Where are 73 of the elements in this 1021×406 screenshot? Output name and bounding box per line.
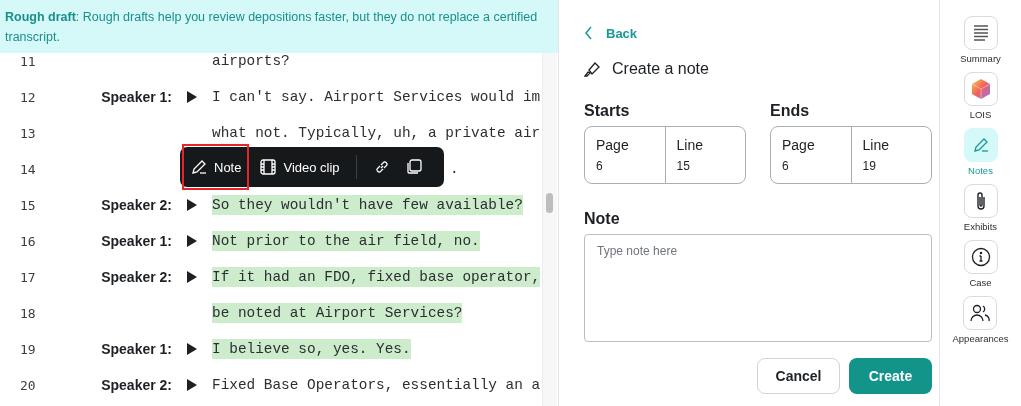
create-button[interactable]: Create: [849, 358, 932, 394]
play-icon[interactable]: [187, 343, 197, 355]
range-fields[interactable]: Page 6 Line 19: [770, 126, 932, 184]
line-number: 18: [19, 305, 37, 321]
sidebar-label: Summary: [960, 53, 1001, 64]
line-value: 15: [676, 159, 691, 173]
page-value: 6: [782, 159, 790, 173]
people-icon: [970, 304, 991, 322]
transcript-text: I believe so, yes. Yes.: [212, 339, 411, 359]
sidebar-tab[interactable]: [963, 296, 998, 330]
sidebar-tab[interactable]: [963, 184, 998, 218]
video-clip-button[interactable]: Video clip: [251, 144, 348, 190]
scrollbar[interactable]: [542, 53, 557, 406]
play-icon[interactable]: [187, 379, 197, 391]
sidebar-label: Appearances: [952, 333, 1009, 344]
line-label: Line: [862, 137, 890, 153]
line-number: 19: [19, 341, 37, 357]
page-value: 6: [596, 159, 604, 173]
cube-icon: [969, 78, 992, 100]
play-icon[interactable]: [187, 235, 197, 247]
line-number: 12: [19, 89, 37, 105]
range-label: Starts: [584, 102, 631, 120]
cancel-button[interactable]: Cancel: [757, 358, 840, 394]
line-number: 16: [19, 233, 37, 249]
transcript-text: I can't say. Airport Services would im: [212, 88, 541, 107]
film-icon: [259, 158, 278, 176]
highlighter-icon: [584, 60, 602, 78]
range-label: Ends: [770, 102, 811, 120]
note-button[interactable]: Note: [182, 144, 250, 190]
play-icon[interactable]: [187, 271, 197, 283]
sidebar-label: Exhibits: [963, 221, 998, 232]
line-number: 15: [19, 197, 37, 213]
range-fields[interactable]: Page 6 Line 15: [584, 126, 746, 184]
line-number: 20: [19, 377, 37, 393]
speaker-label: Speaker 2:: [101, 197, 172, 213]
transcript-text: what not. Typically, uh, a private air: [212, 124, 541, 143]
transcript-text: airports?: [212, 52, 290, 71]
line-number: 14: [19, 161, 37, 177]
line-value: 19: [862, 159, 877, 173]
note-field[interactable]: Type note here: [584, 234, 932, 342]
sidebar-label: LOIS: [969, 109, 992, 120]
play-icon[interactable]: [187, 199, 197, 211]
transcript-text: .: [450, 160, 459, 179]
line-number: 17: [19, 269, 37, 285]
sidebar-label: Case: [969, 277, 992, 288]
sidebar-tab[interactable]: [963, 240, 998, 274]
line-label: Line: [676, 137, 704, 153]
page-label: Page: [596, 137, 630, 153]
transcript-text: Fixed Base Operators, essentially an a: [212, 376, 541, 395]
copy-icon[interactable]: [404, 158, 423, 176]
info-icon: [970, 247, 991, 267]
transcript-text: be noted at Airport Services?: [212, 303, 463, 323]
banner-text: Rough draft: Rough drafts help you review depositions faster, but they do not replace a certified transcript.: [5, 9, 539, 46]
line-number: 11: [19, 53, 37, 69]
speaker-label: Speaker 2:: [101, 377, 172, 393]
transcript-text: Not prior to the air field, no.: [212, 231, 480, 251]
sidebar-tab[interactable]: [963, 16, 998, 50]
note-label: Note: [584, 210, 621, 228]
transcript-text: If it had an FDO, fixed base operator,: [212, 267, 541, 287]
speaker-label: Speaker 1:: [101, 233, 172, 249]
chevron-left-icon: [584, 26, 594, 40]
play-icon[interactable]: [187, 91, 197, 103]
pencil-icon: [190, 158, 208, 176]
pencil-icon: [971, 136, 990, 154]
panel-title: Create a note: [612, 60, 709, 78]
speaker-label: Speaker 1:: [101, 89, 172, 105]
transcript-text: So they wouldn't have few available?: [212, 195, 523, 215]
sidebar-label: Notes: [968, 165, 993, 176]
speaker-label: Speaker 1:: [101, 341, 172, 357]
lines-icon: [971, 24, 990, 42]
line-number: 13: [19, 125, 37, 141]
speaker-label: Speaker 2:: [101, 269, 172, 285]
page-label: Page: [782, 137, 816, 153]
